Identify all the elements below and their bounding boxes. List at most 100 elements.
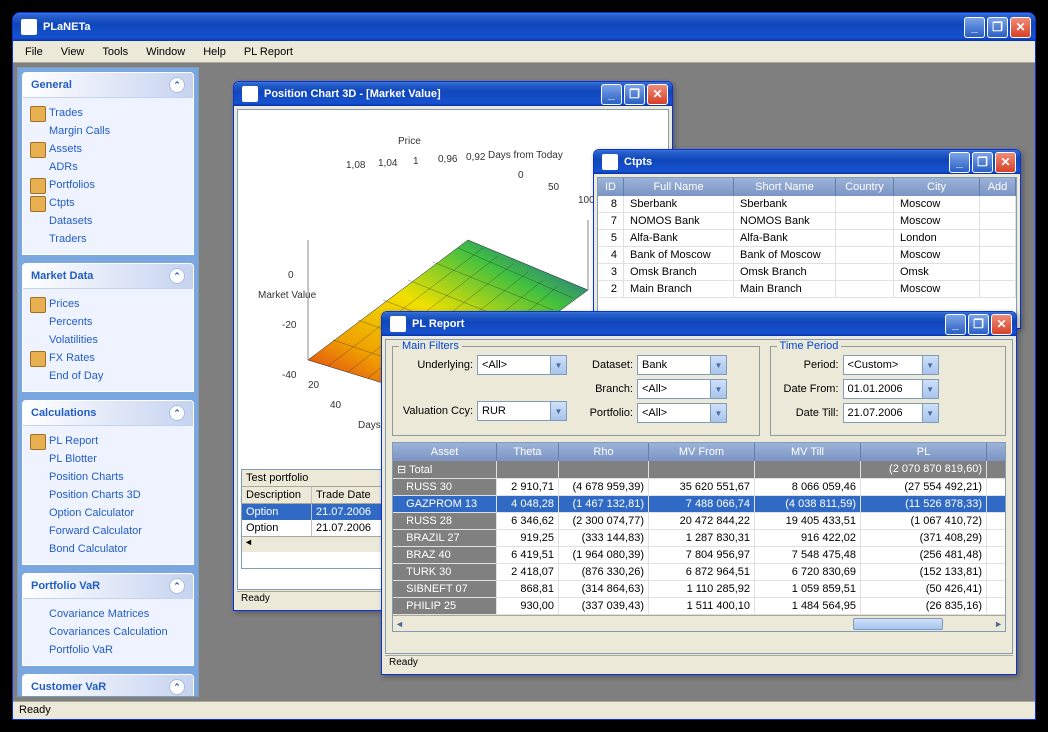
- sidebar-item[interactable]: Portfolios: [27, 176, 189, 194]
- col-id[interactable]: ID: [598, 178, 624, 196]
- table-row[interactable]: 7NOMOS BankNOMOS BankMoscow: [598, 213, 1016, 230]
- menu-view[interactable]: View: [53, 44, 93, 60]
- sidebar-item[interactable]: Position Charts 3D: [27, 486, 189, 504]
- sidebar-item[interactable]: ADRs: [27, 158, 189, 176]
- pl-row-total[interactable]: ⊟ Total (2 070 870 819,60): [393, 461, 1005, 479]
- sidebar-item[interactable]: Assets: [27, 140, 189, 158]
- sidebar-item[interactable]: Percents: [27, 313, 189, 331]
- tick: -40: [282, 370, 296, 381]
- sidebar-item[interactable]: Option Calculator: [27, 504, 189, 522]
- table-row[interactable]: BRAZIL 27919,25(333 144,83)1 287 830,319…: [393, 530, 1005, 547]
- col-fullname[interactable]: Full Name: [624, 178, 734, 196]
- sidebar-group-header[interactable]: Portfolio VaR⌃: [23, 574, 193, 599]
- col-description[interactable]: Description: [242, 487, 312, 503]
- sidebar-item[interactable]: Volatilities: [27, 331, 189, 349]
- table-row[interactable]: RUSS 286 346,62(2 300 074,77)20 472 844,…: [393, 513, 1005, 530]
- combo-valccy[interactable]: RUR▼: [477, 401, 567, 421]
- chart-titlebar[interactable]: Position Chart 3D - [Market Value] _ ❐ ✕: [234, 82, 672, 106]
- pl-maximize-button[interactable]: ❐: [968, 314, 989, 335]
- col-mvtill[interactable]: MV Till: [755, 443, 861, 461]
- main-titlebar[interactable]: PLaNETa _ ❐ ✕: [13, 13, 1035, 41]
- ctpts-close-button[interactable]: ✕: [995, 152, 1016, 173]
- table-row[interactable]: BRAZ 406 419,51(1 964 080,39)7 804 956,9…: [393, 547, 1005, 564]
- tick: 0: [518, 170, 524, 181]
- sidebar-item[interactable]: Position Charts: [27, 468, 189, 486]
- pl-hscroll[interactable]: [393, 615, 1005, 631]
- pl-grid: Asset Theta Rho MV From MV Till PL ⊟ Tot…: [392, 442, 1006, 632]
- ctpts-titlebar[interactable]: Ctpts _ ❐ ✕: [594, 150, 1020, 174]
- menu-file[interactable]: File: [17, 44, 51, 60]
- col-asset[interactable]: Asset: [393, 443, 497, 461]
- table-row[interactable]: PHILIP 25930,00(337 039,43)1 511 400,101…: [393, 598, 1005, 615]
- sidebar-item[interactable]: Datasets: [27, 212, 189, 230]
- pl-close-button[interactable]: ✕: [991, 314, 1012, 335]
- ctpts-minimize-button[interactable]: _: [949, 152, 970, 173]
- ctpts-maximize-button[interactable]: ❐: [972, 152, 993, 173]
- sidebar-group-header[interactable]: Customer VaR⌃: [23, 675, 193, 697]
- scrollbar-thumb[interactable]: [853, 618, 943, 630]
- datepicker-till[interactable]: 21.07.2006▼: [843, 403, 939, 423]
- table-row[interactable]: 5Alfa-BankAlfa-BankLondon: [598, 230, 1016, 247]
- sidebar-group-header[interactable]: Market Data⌃: [23, 264, 193, 289]
- chart-close-button[interactable]: ✕: [647, 84, 668, 105]
- table-row[interactable]: GAZPROM 134 048,28(1 467 132,81)7 488 06…: [393, 496, 1005, 513]
- table-row[interactable]: 8SberbankSberbankMoscow: [598, 196, 1016, 213]
- sidebar-item[interactable]: Margin Calls: [27, 122, 189, 140]
- sidebar-item[interactable]: Trades: [27, 104, 189, 122]
- sidebar-item[interactable]: Covariances Calculation: [27, 623, 189, 641]
- col-add[interactable]: Add: [980, 178, 1016, 196]
- sidebar-group-header[interactable]: Calculations⌃: [23, 401, 193, 426]
- table-row[interactable]: 4Bank of MoscowBank of MoscowMoscow: [598, 247, 1016, 264]
- sidebar-item[interactable]: End of Day: [27, 367, 189, 385]
- combo-underlying[interactable]: <All>▼: [477, 355, 567, 375]
- sidebar-group-header[interactable]: General⌃: [23, 73, 193, 98]
- table-row[interactable]: 3Omsk BranchOmsk BranchOmsk: [598, 264, 1016, 281]
- datepicker-from[interactable]: 01.01.2006▼: [843, 379, 939, 399]
- col-shortname[interactable]: Short Name: [734, 178, 836, 196]
- sidebar-item[interactable]: Portfolio VaR: [27, 641, 189, 659]
- combo-branch[interactable]: <All>▼: [637, 379, 727, 399]
- col-rho[interactable]: Rho: [559, 443, 649, 461]
- table-row[interactable]: 2Main BranchMain BranchMoscow: [598, 281, 1016, 298]
- col-tradedate[interactable]: Trade Date: [312, 487, 392, 503]
- sidebar-group: Market Data⌃ PricesPercentsVolatilitiesFX…: [22, 263, 194, 392]
- col-city[interactable]: City: [894, 178, 980, 196]
- menu-tools[interactable]: Tools: [94, 44, 136, 60]
- pl-minimize-button[interactable]: _: [945, 314, 966, 335]
- col-country[interactable]: Country: [836, 178, 894, 196]
- col-pl[interactable]: PL: [861, 443, 987, 461]
- menu-window[interactable]: Window: [138, 44, 193, 60]
- sidebar-item[interactable]: Forward Calculator: [27, 522, 189, 540]
- col-theta[interactable]: Theta: [497, 443, 559, 461]
- sidebar-item[interactable]: PL Blotter: [27, 450, 189, 468]
- combo-portfolio[interactable]: <All>▼: [637, 403, 727, 423]
- combo-period[interactable]: <Custom>▼: [843, 355, 939, 375]
- combo-dataset[interactable]: Bank▼: [637, 355, 727, 375]
- minimize-button[interactable]: _: [964, 17, 985, 38]
- chart-maximize-button[interactable]: ❐: [624, 84, 645, 105]
- col-mvfrom[interactable]: MV From: [649, 443, 755, 461]
- sidebar-item[interactable]: FX Rates: [27, 349, 189, 367]
- pl-titlebar[interactable]: PL Report _ ❐ ✕: [382, 312, 1016, 336]
- menu-plreport[interactable]: PL Report: [236, 44, 301, 60]
- close-button[interactable]: ✕: [1010, 17, 1031, 38]
- sidebar-item[interactable]: Covariance Matrices: [27, 605, 189, 623]
- table-row[interactable]: RUSS 302 910,71(4 678 959,39)35 620 551,…: [393, 479, 1005, 496]
- app-title: PLaNETa: [43, 21, 90, 33]
- chevron-up-icon: ⌃: [169, 77, 185, 93]
- table-row[interactable]: TURK 302 418,07(876 330,26)6 872 964,516…: [393, 564, 1005, 581]
- label-period: Period:: [779, 359, 839, 371]
- sidebar-item[interactable]: Ctpts: [27, 194, 189, 212]
- maximize-button[interactable]: ❐: [987, 17, 1008, 38]
- sidebar-item[interactable]: Prices: [27, 295, 189, 313]
- chart-minimize-button[interactable]: _: [601, 84, 622, 105]
- menu-help[interactable]: Help: [195, 44, 234, 60]
- sidebar-item[interactable]: Traders: [27, 230, 189, 248]
- label-datefrom: Date From:: [779, 383, 839, 395]
- table-row[interactable]: SIBNEFT 07868,81(314 864,63)1 110 285,92…: [393, 581, 1005, 598]
- sidebar-item[interactable]: PL Report: [27, 432, 189, 450]
- chart-icon: [242, 86, 258, 102]
- ctpts-body: ID Full Name Short Name Country City Add…: [597, 177, 1017, 325]
- sidebar-item[interactable]: Bond Calculator: [27, 540, 189, 558]
- legend-main: Main Filters: [399, 340, 462, 352]
